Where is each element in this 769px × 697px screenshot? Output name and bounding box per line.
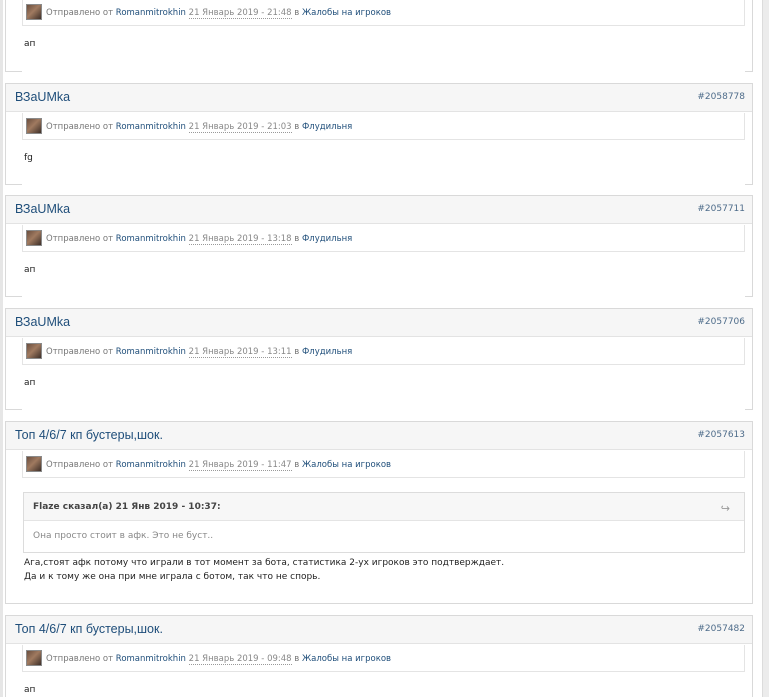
meta-in: в (294, 654, 300, 664)
quote-header: Flaze сказал(а) 21 Янв 2019 - 10:37: ↪ (24, 493, 744, 521)
meta-in: в (294, 122, 300, 132)
forum-link[interactable]: Жалобы на игроков (302, 460, 391, 470)
post-header: Топ 4/6/7 кп бустеры,шок. #2057613 (6, 422, 752, 450)
post-topic-link[interactable]: ВЗаUMka (15, 315, 70, 329)
post-meta: Отправлено от Romanmitrokhin 21 Январь 2… (22, 338, 745, 365)
post-body-line: Ага,стоят афк потому что играли в тот мо… (24, 558, 505, 568)
post-date[interactable]: 21 Январь 2019 - 21:03 (188, 122, 292, 133)
meta-prefix: Отправлено от (46, 122, 114, 132)
post-meta: Отправлено от Romanmitrokhin 21 Январь 2… (22, 113, 745, 140)
post-number-link[interactable]: #2057482 (697, 624, 745, 634)
post: ВЗаUMka #2058778 Отправлено от Romanmitr… (5, 83, 753, 185)
scrollbar[interactable] (762, 0, 769, 697)
post-topic-link[interactable]: Топ 4/6/7 кп бустеры,шок. (15, 428, 163, 442)
forum-link[interactable]: Жалобы на игроков (302, 8, 391, 18)
post-topic-link[interactable]: ВЗаUMka (15, 202, 70, 216)
meta-in: в (294, 347, 300, 357)
post: ВЗаUMka #2057711 Отправлено от Romanmitr… (5, 195, 753, 297)
post-header: ВЗаUMka #2058778 (6, 84, 752, 112)
post-date[interactable]: 21 Январь 2019 - 09:48 (188, 654, 292, 665)
forum-link[interactable]: Флудильня (302, 234, 352, 244)
avatar[interactable] (26, 650, 42, 666)
post-meta: Отправлено от Romanmitrokhin 21 Январь 2… (22, 451, 745, 478)
meta-prefix: Отправлено от (46, 234, 114, 244)
post-meta: Отправлено от Romanmitrokhin 21 Январь 2… (22, 0, 745, 26)
post-date[interactable]: 21 Январь 2019 - 11:47 (188, 460, 292, 471)
post-body: ап (24, 39, 36, 49)
post-number-link[interactable]: #2057706 (697, 317, 745, 327)
avatar[interactable] (26, 456, 42, 472)
meta-prefix: Отправлено от (46, 8, 114, 18)
quote-citation: Flaze сказал(а) 21 Янв 2019 - 10:37: (33, 502, 221, 512)
post-header: Топ 4/6/7 кп бустеры,шок. #2057482 (6, 616, 752, 644)
avatar[interactable] (26, 343, 42, 359)
post-body: fg (24, 153, 33, 163)
post-number-link[interactable]: #2057613 (697, 430, 745, 440)
jump-to-quote-icon[interactable]: ↪ (721, 502, 730, 515)
quote-text: Она просто стоит в афк. Это не буст.. (33, 531, 214, 541)
forum-link[interactable]: Жалобы на игроков (302, 654, 391, 664)
post-body-line: Да и к тому же она при мне играла с бото… (24, 572, 321, 582)
post-header: ВЗаUMka #2057711 (6, 196, 752, 224)
author-link[interactable]: Romanmitrokhin (116, 234, 186, 244)
author-link[interactable]: Romanmitrokhin (116, 122, 186, 132)
post-meta: Отправлено от Romanmitrokhin 21 Январь 2… (22, 645, 745, 672)
post-meta: Отправлено от Romanmitrokhin 21 Январь 2… (22, 225, 745, 252)
post: Отправлено от Romanmitrokhin 21 Январь 2… (5, 0, 753, 72)
post-body: ап (24, 265, 36, 275)
forum-link[interactable]: Флудильня (302, 122, 352, 132)
meta-in: в (294, 8, 300, 18)
post-topic-link[interactable]: ВЗаUMka (15, 90, 70, 104)
author-link[interactable]: Romanmitrokhin (116, 654, 186, 664)
post-body: ап (24, 378, 36, 388)
meta-prefix: Отправлено от (46, 460, 114, 470)
post: ВЗаUMka #2057706 Отправлено от Romanmitr… (5, 308, 753, 410)
avatar[interactable] (26, 230, 42, 246)
post-topic-link[interactable]: Топ 4/6/7 кп бустеры,шок. (15, 622, 163, 636)
post-body: ап (24, 685, 36, 695)
meta-prefix: Отправлено от (46, 654, 114, 664)
post-number-link[interactable]: #2057711 (697, 204, 745, 214)
post-date[interactable]: 21 Январь 2019 - 13:11 (188, 347, 292, 358)
author-link[interactable]: Romanmitrokhin (116, 460, 186, 470)
meta-in: в (294, 234, 300, 244)
post-date[interactable]: 21 Январь 2019 - 13:18 (188, 234, 292, 245)
avatar[interactable] (26, 4, 42, 20)
post-header: ВЗаUMka #2057706 (6, 309, 752, 337)
author-link[interactable]: Romanmitrokhin (116, 347, 186, 357)
meta-prefix: Отправлено от (46, 347, 114, 357)
post: Топ 4/6/7 кп бустеры,шок. #2057482 Отпра… (5, 615, 753, 697)
page-left-border (0, 0, 3, 697)
meta-in: в (294, 460, 300, 470)
avatar[interactable] (26, 118, 42, 134)
post: Топ 4/6/7 кп бустеры,шок. #2057613 Отпра… (5, 421, 753, 604)
forum-link[interactable]: Флудильня (302, 347, 352, 357)
post-number-link[interactable]: #2058778 (697, 92, 745, 102)
post-date[interactable]: 21 Январь 2019 - 21:48 (188, 8, 292, 19)
author-link[interactable]: Romanmitrokhin (116, 8, 186, 18)
quote-block: Flaze сказал(а) 21 Янв 2019 - 10:37: ↪ О… (23, 492, 745, 553)
